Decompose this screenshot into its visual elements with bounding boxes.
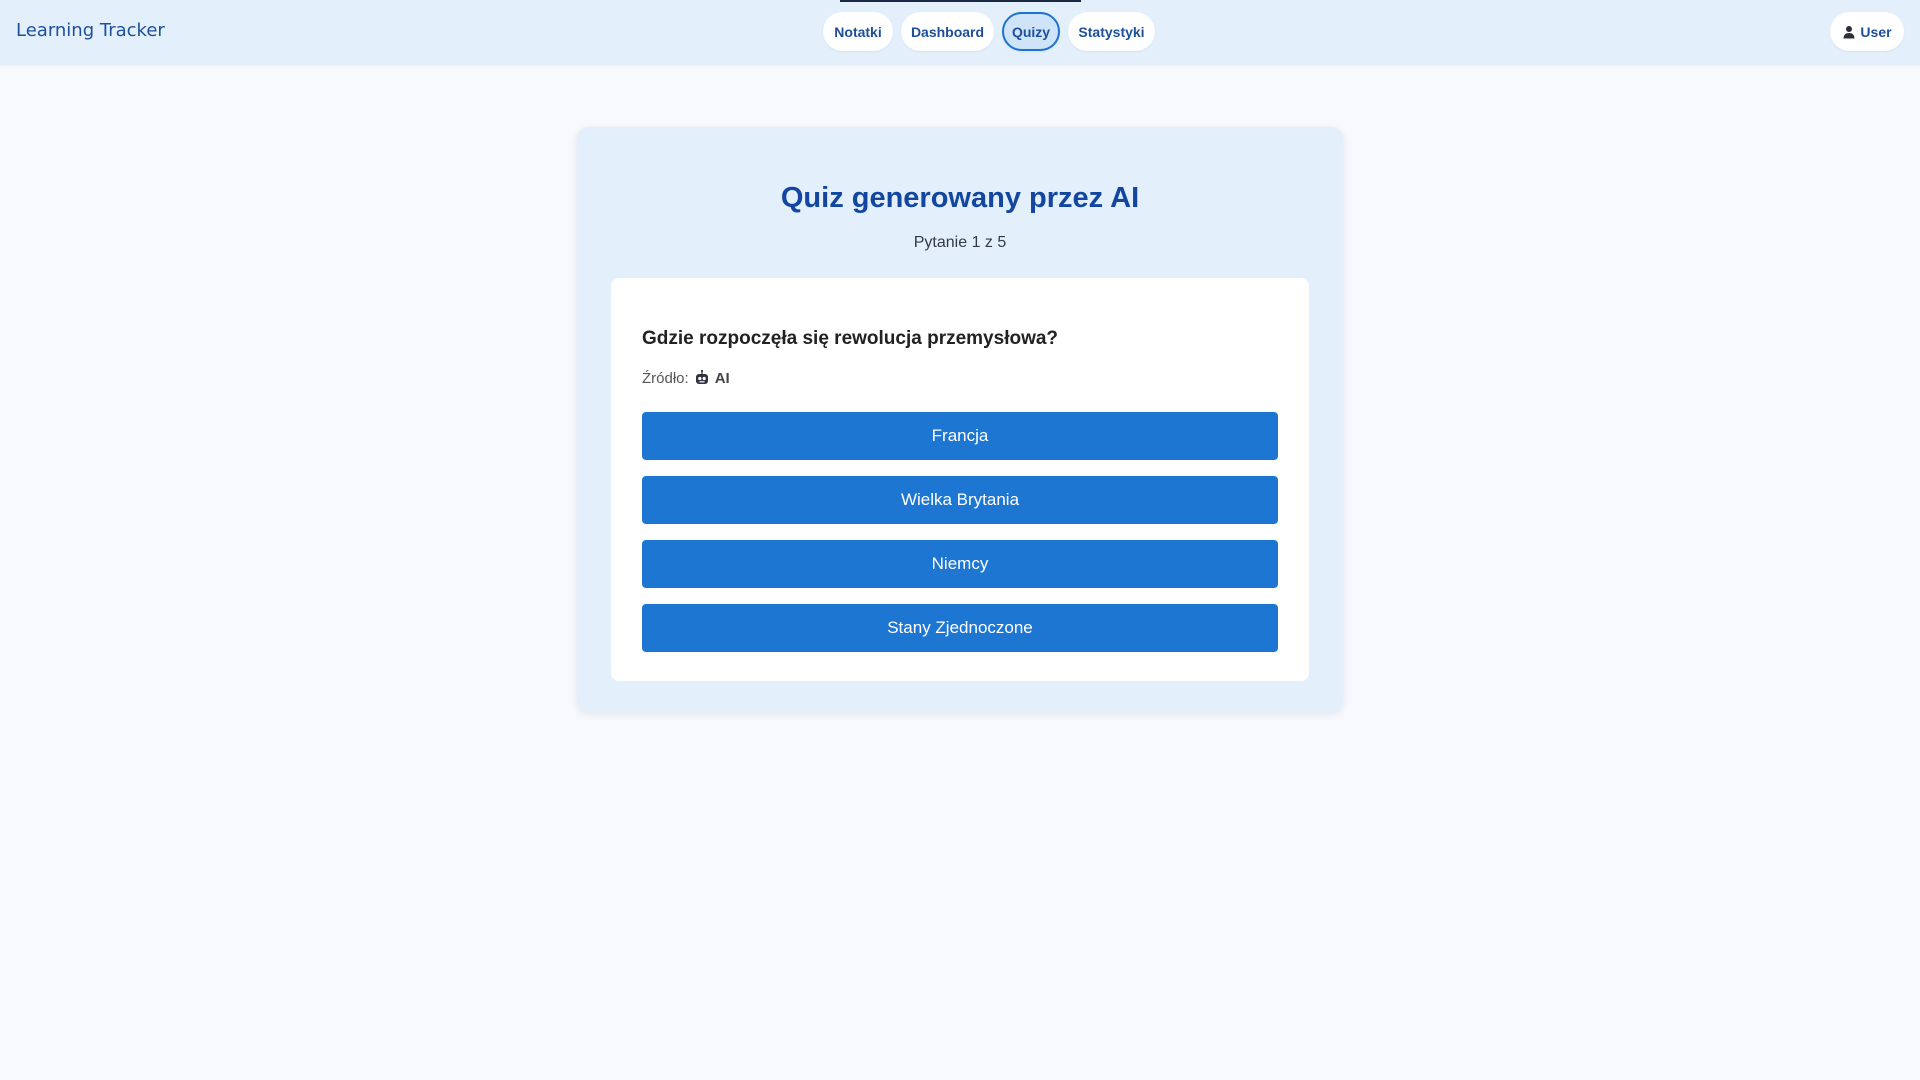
question-source: Źródło: AI bbox=[642, 369, 730, 387]
user-menu-button[interactable]: User bbox=[1830, 12, 1904, 51]
nav-dashboard-button[interactable]: Dashboard bbox=[901, 12, 994, 51]
top-navigation-bar: Learning Tracker Notatki Dashboard Quizy… bbox=[0, 0, 1920, 65]
answer-option-button[interactable]: Stany Zjednoczone bbox=[642, 604, 1278, 652]
main-nav: Notatki Dashboard Quizy Statystyki bbox=[823, 12, 1155, 51]
question-panel: Gdzie rozpoczęła się rewolucja przemysło… bbox=[611, 278, 1309, 681]
answer-option-button[interactable]: Wielka Brytania bbox=[642, 476, 1278, 524]
nav-quizy-button[interactable]: Quizy bbox=[1002, 12, 1060, 51]
question-text: Gdzie rozpoczęła się rewolucja przemysło… bbox=[642, 328, 1059, 349]
user-label: User bbox=[1860, 23, 1892, 40]
app-brand[interactable]: Learning Tracker bbox=[16, 20, 165, 41]
quiz-title: Quiz generowany przez AI bbox=[780, 182, 1140, 214]
source-value: AI bbox=[714, 369, 730, 387]
answer-list: Francja Wielka Brytania Niemcy Stany Zje… bbox=[642, 412, 1278, 668]
user-icon bbox=[1842, 25, 1856, 39]
quiz-progress: Pytanie 1 z 5 bbox=[913, 234, 1007, 251]
quiz-card: Quiz generowany przez AI Pytanie 1 z 5 G… bbox=[577, 127, 1343, 712]
robot-icon bbox=[693, 369, 711, 387]
answer-option-button[interactable]: Niemcy bbox=[642, 540, 1278, 588]
source-label: Źródło: bbox=[642, 369, 689, 387]
nav-notatki-button[interactable]: Notatki bbox=[823, 12, 893, 51]
answer-option-button[interactable]: Francja bbox=[642, 412, 1278, 460]
top-indicator-line bbox=[840, 0, 1081, 2]
nav-statystyki-button[interactable]: Statystyki bbox=[1068, 12, 1155, 51]
